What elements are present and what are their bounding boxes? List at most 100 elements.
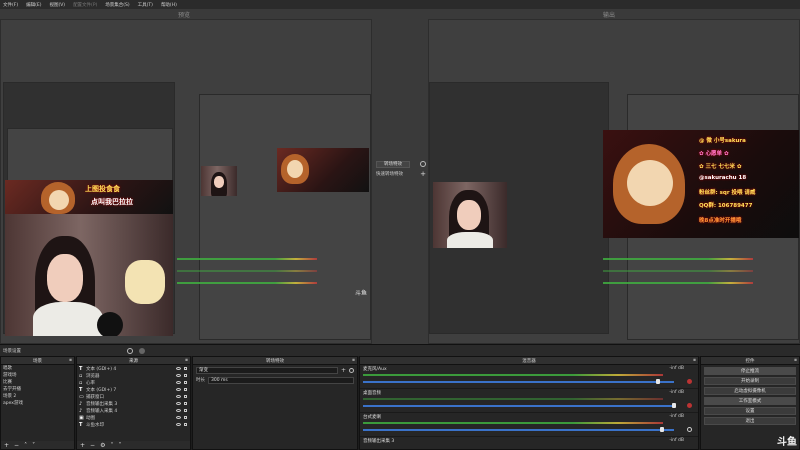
- transitions-dock: 转场特效 ▪ 渐变 + 时长 300 ms: [192, 356, 358, 450]
- lock-icon[interactable]: [184, 402, 187, 405]
- mixer-track: 音频输出采集 3 -inf dB: [360, 437, 698, 450]
- move-down-icon[interactable]: ˅: [118, 442, 121, 449]
- text-source-icon: T: [79, 365, 83, 372]
- menu-view[interactable]: 视图(V): [49, 2, 65, 8]
- add-transition-icon[interactable]: +: [341, 367, 346, 374]
- overlay-line-1: @ 微 小号sakura: [699, 138, 746, 144]
- visibility-icon[interactable]: [176, 388, 181, 391]
- scene-item[interactable]: 游戏场: [1, 372, 74, 379]
- source-item[interactable]: ▫ 心率: [77, 379, 190, 386]
- transition-button[interactable]: 转场特效: [376, 160, 410, 168]
- overlay-line-6: QQ群: 106789477: [699, 203, 753, 209]
- visibility-icon[interactable]: [176, 395, 181, 398]
- speaker-icon[interactable]: [687, 379, 692, 384]
- remove-source-icon[interactable]: −: [90, 442, 95, 449]
- speaker-icon[interactable]: [687, 427, 692, 432]
- menu-tools[interactable]: 工具(T): [138, 2, 153, 8]
- source-item[interactable]: ▭ 捕获窗口: [77, 393, 190, 400]
- source-item[interactable]: ♪ 音频输出采集 3: [77, 400, 190, 407]
- preview-canvas[interactable]: 上图投食食 点叫我巴拉拉 斗鱼: [0, 19, 372, 344]
- sources-dock: 来源 ▪ T 文本 (GDI+) 4 ▫ 浏览器 ▫ 心率 T 文本 (GDI+) 7 ▭…: [76, 356, 191, 450]
- scene-list: 唱歌 游戏场 比赛 去学开播 场景 2 apex游戏: [1, 365, 74, 407]
- scene-item[interactable]: 去学开播: [1, 386, 74, 393]
- visibility-icon[interactable]: [176, 367, 181, 370]
- duration-input[interactable]: 300 ms: [208, 376, 354, 384]
- visibility-icon[interactable]: [176, 416, 181, 419]
- source-item[interactable]: T 斗鱼水印: [77, 421, 190, 428]
- transitions-dock-title: 转场特效 ▪: [193, 357, 357, 365]
- scenes-dock-title: 场景 ▪: [1, 357, 74, 365]
- gear-icon[interactable]: [420, 161, 426, 167]
- lock-icon[interactable]: [184, 381, 187, 384]
- source-item[interactable]: ♪ 音频输入采集 4: [77, 407, 190, 414]
- visibility-icon[interactable]: [176, 402, 181, 405]
- visibility-icon[interactable]: [176, 381, 181, 384]
- mixer-track: 台式麦喇 -inf dB: [360, 413, 698, 437]
- menu-profile: 配置文件(P): [73, 2, 98, 8]
- menu-scene-collection[interactable]: 场景集合(S): [105, 2, 129, 8]
- volume-slider[interactable]: [363, 381, 674, 383]
- nested-screen-right: [199, 94, 371, 340]
- exit-button[interactable]: 退出: [704, 417, 796, 425]
- move-up-icon[interactable]: ˄: [24, 442, 27, 449]
- track-name: 音频输出采集 3: [363, 439, 395, 444]
- source-item[interactable]: ▫ 浏览器: [77, 372, 190, 379]
- speaker-muted-icon[interactable]: [687, 403, 692, 408]
- menu-help[interactable]: 帮助(H): [161, 2, 177, 8]
- lock-icon[interactable]: [184, 374, 187, 377]
- lock-icon[interactable]: [184, 409, 187, 412]
- start-recording-button[interactable]: 开始录制: [704, 377, 796, 385]
- track-level-meter: [363, 422, 663, 424]
- lock-icon[interactable]: [184, 388, 187, 391]
- nested-brand-watermark: 斗鱼: [355, 290, 368, 297]
- controls-dock-title: 控件 ▪: [701, 357, 799, 365]
- visibility-icon[interactable]: [176, 423, 181, 426]
- mixer-dock-title: 混音器 ▪: [360, 357, 698, 365]
- source-settings-icon[interactable]: ⚙: [100, 442, 105, 449]
- lock-icon[interactable]: [184, 395, 187, 398]
- settings-button[interactable]: 设置: [704, 407, 796, 415]
- lock-icon[interactable]: [184, 423, 187, 426]
- scene-item[interactable]: 唱歌: [1, 365, 74, 372]
- source-item[interactable]: T 文本 (GDI+) 7: [77, 386, 190, 393]
- overlay-line-7: 晚8点准时开播哦: [699, 218, 742, 224]
- sources-dock-title: 来源 ▪: [77, 357, 190, 365]
- settings-icon[interactable]: [127, 347, 133, 354]
- add-source-icon[interactable]: +: [80, 442, 85, 449]
- overlay-caption-2: 点叫我巴拉拉: [91, 198, 133, 206]
- studio-mode-button[interactable]: 工作室模式: [704, 397, 796, 405]
- start-virtual-camera-button[interactable]: 启动虚拟摄像机: [704, 387, 796, 395]
- volume-slider[interactable]: [363, 405, 674, 407]
- plus-icon[interactable]: +: [420, 170, 426, 178]
- audio-input-icon: ♪: [79, 407, 83, 414]
- record-icon[interactable]: [139, 347, 145, 354]
- lock-icon[interactable]: [184, 367, 187, 370]
- visibility-icon[interactable]: [176, 374, 181, 377]
- move-up-icon[interactable]: ˄: [110, 442, 113, 449]
- transition-type-select[interactable]: 渐变: [196, 366, 338, 374]
- scene-item[interactable]: apex游戏: [1, 400, 74, 407]
- volume-slider-knob[interactable]: [659, 427, 664, 432]
- remove-scene-icon[interactable]: −: [14, 442, 19, 449]
- program-title: 输出: [603, 12, 616, 19]
- gear-icon[interactable]: [349, 367, 354, 373]
- mixer-track: 麦克风/Aux -inf dB: [360, 365, 698, 389]
- program-meter-3: [603, 282, 753, 284]
- scene-item[interactable]: 比赛: [1, 379, 74, 386]
- move-down-icon[interactable]: ˅: [32, 442, 35, 449]
- source-item[interactable]: ▣ 动图: [77, 414, 190, 421]
- lock-icon[interactable]: [184, 416, 187, 419]
- add-scene-icon[interactable]: +: [4, 442, 9, 449]
- browser-source-icon: ▫: [79, 372, 83, 379]
- scene-item[interactable]: 场景 2: [1, 393, 74, 400]
- volume-slider[interactable]: [363, 429, 674, 431]
- visibility-icon[interactable]: [176, 409, 181, 412]
- volume-slider-knob[interactable]: [656, 379, 661, 384]
- stop-streaming-button[interactable]: 停止推流: [704, 367, 796, 375]
- webcam-preview: [5, 214, 173, 336]
- menu-file[interactable]: 文件(F): [3, 2, 18, 8]
- volume-slider-knob[interactable]: [672, 403, 676, 408]
- source-item[interactable]: T 文本 (GDI+) 4: [77, 365, 190, 372]
- menu-edit[interactable]: 编辑(E): [26, 2, 41, 8]
- track-name: 麦克风/Aux: [363, 367, 387, 372]
